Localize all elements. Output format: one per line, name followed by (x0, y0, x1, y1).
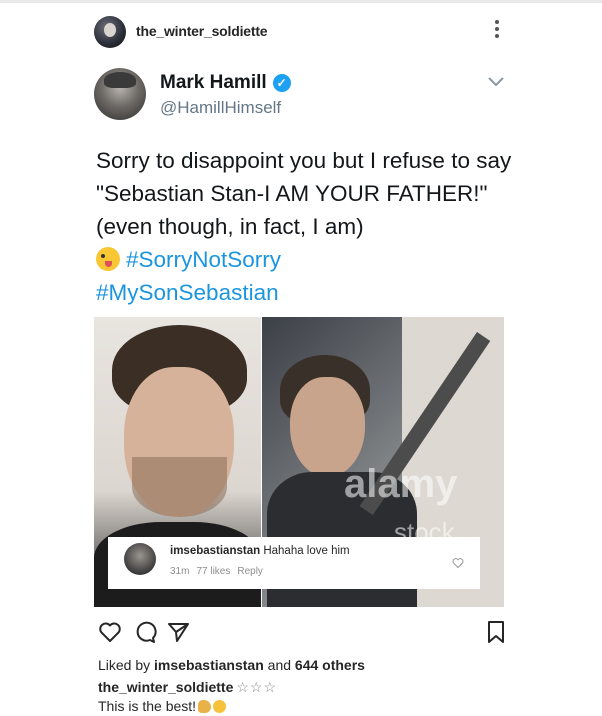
comment-overlay: imsebastianstan Hahaha love him 31m 77 li… (108, 537, 480, 589)
caption-line: the_winter_soldiette ☆☆☆ (98, 679, 277, 696)
caption-text-line: This is the best! (98, 698, 227, 714)
tweet-body: Sorry to disappoint you but I refuse to … (96, 148, 512, 239)
bookmark-icon[interactable] (484, 620, 508, 644)
comment-bubble-icon[interactable] (133, 620, 157, 644)
caption-stars: ☆☆☆ (236, 679, 278, 695)
comment-time: 31m (170, 566, 190, 577)
tweet-photos: alamy stock photo imsebastianstan Hahaha… (94, 317, 504, 607)
likes-user[interactable]: imsebastianstan (154, 657, 264, 673)
hashtag-sorrynotsorry: #SorryNotSorry (126, 247, 282, 272)
more-vertical-icon[interactable] (487, 17, 507, 41)
chevron-down-icon (488, 77, 504, 87)
poster-username[interactable]: the_winter_soldiette (136, 23, 268, 39)
likes-prefix: Liked by (98, 657, 155, 673)
post-header: the_winter_soldiette (0, 12, 602, 52)
tweet-avatar (94, 68, 146, 120)
comment-username[interactable]: imsebastianstan (170, 545, 260, 557)
comment-meta: 31m 77 likes Reply (170, 566, 270, 577)
tweet-name-text: Mark Hamill (160, 72, 267, 93)
tweet-display-name: Mark Hamill ✓ (160, 72, 291, 94)
comment-likes[interactable]: 77 likes (196, 566, 230, 577)
tweet-handle: @HamillHimself (160, 98, 282, 117)
caption-username[interactable]: the_winter_soldiette (98, 679, 233, 695)
heart-icon[interactable] (98, 620, 122, 644)
likes-middle: and (263, 657, 295, 673)
tweet-text: Sorry to disappoint you but I refuse to … (96, 144, 512, 309)
hashtag-mysonsebastian: #MySonSebastian (96, 280, 279, 305)
grinning-face-icon (213, 700, 227, 713)
comment-heart-icon[interactable] (452, 557, 464, 569)
comment-text: Hahaha love him (263, 545, 350, 557)
tweet-card[interactable]: Mark Hamill ✓ @HamillHimself Sorry to dis… (94, 52, 512, 612)
watermark-alamy: alamy (344, 462, 458, 506)
top-divider (0, 0, 602, 3)
verified-check-icon: ✓ (272, 74, 291, 92)
send-icon[interactable] (166, 620, 190, 644)
likes-others[interactable]: 644 others (295, 657, 365, 673)
commenter-avatar[interactable] (124, 543, 156, 575)
comment-line: imsebastianstan Hahaha love him (170, 545, 350, 557)
caption-text: This is the best! (98, 698, 197, 714)
comment-reply-button[interactable]: Reply (237, 566, 263, 577)
action-bar (0, 620, 602, 650)
poster-avatar[interactable] (94, 16, 126, 48)
winking-tongue-face-icon (96, 247, 120, 271)
likes-line[interactable]: Liked by imsebastianstan and 644 others (98, 657, 365, 673)
clapping-hand-icon (198, 700, 212, 713)
